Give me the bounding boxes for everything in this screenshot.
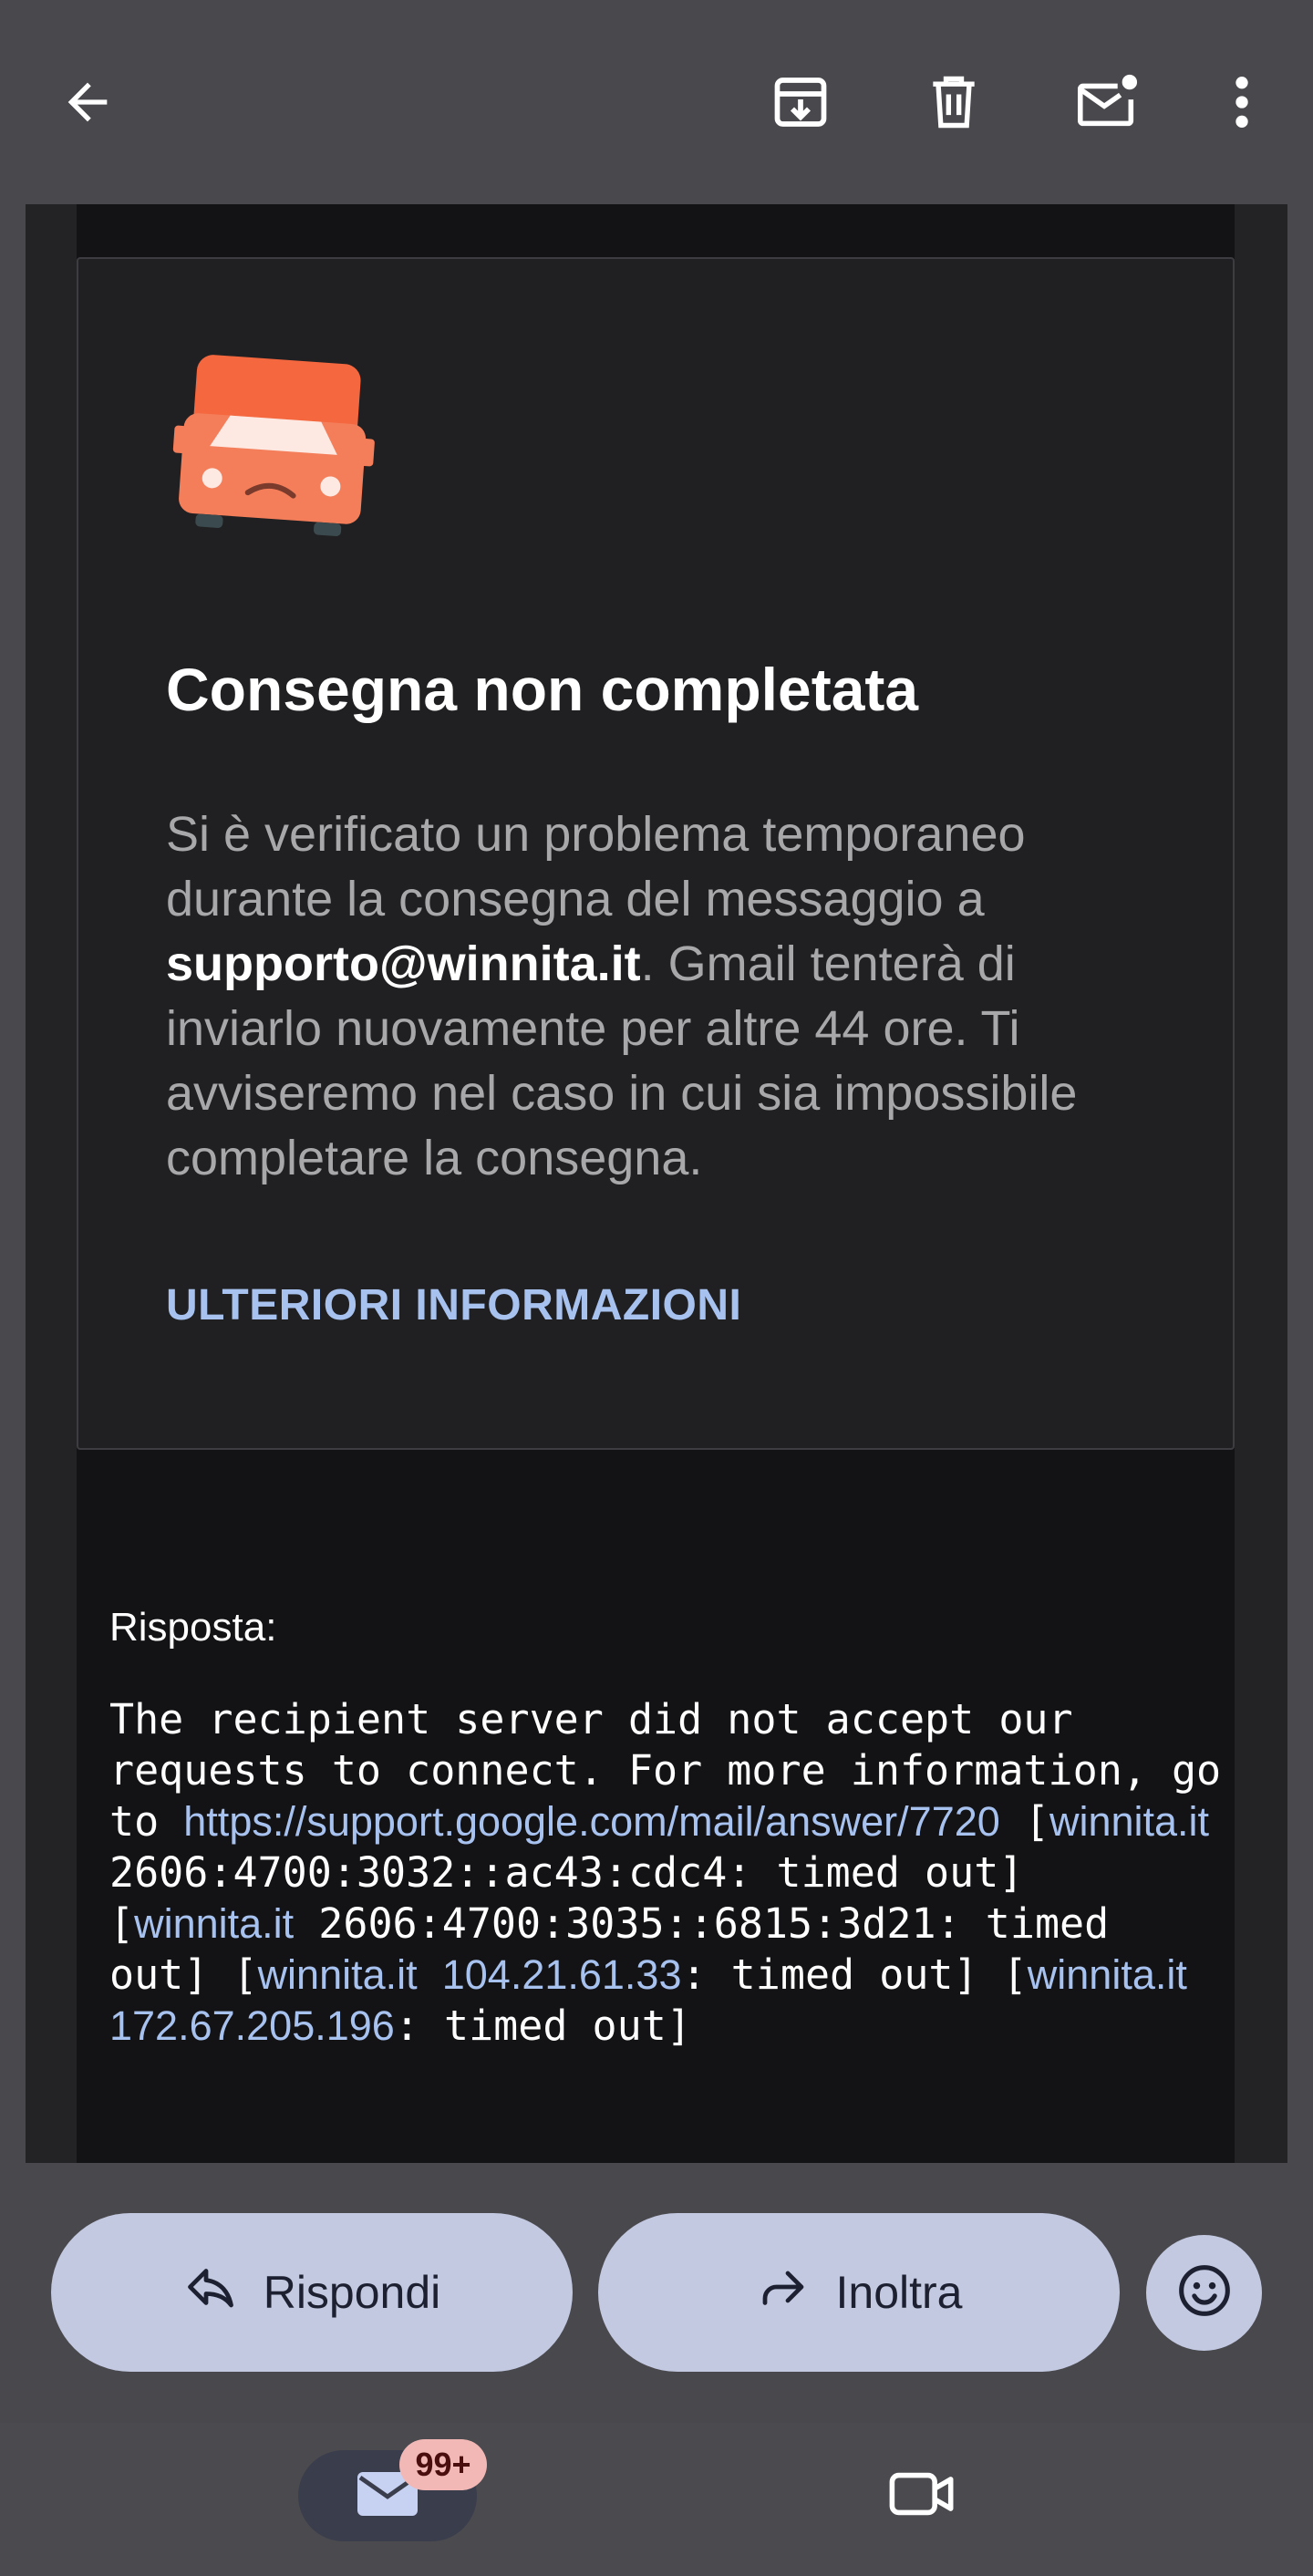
more-vert-icon[interactable] xyxy=(1196,57,1287,148)
recipient-address: supporto@winnita.it xyxy=(166,936,641,991)
support-link[interactable]: https://support.google.com/mail/answer/7… xyxy=(183,1798,1000,1845)
video-camera-icon xyxy=(888,2467,957,2526)
mark-unread-icon[interactable] xyxy=(1061,57,1153,148)
more-info-link[interactable]: ULTERIORI INFORMAZIONI xyxy=(166,1280,741,1330)
reply-label: Risposta: xyxy=(109,1605,277,1650)
card-message: Si è verificato un problema temporaneo d… xyxy=(166,807,1078,1185)
screen: Consegna non completata Si è verificato … xyxy=(0,0,1313,2576)
nav-meet[interactable] xyxy=(877,2450,968,2541)
forward-button[interactable]: Inoltra xyxy=(598,2213,1120,2372)
forward-label: Inoltra xyxy=(835,2267,963,2318)
card-title: Consegna non completata xyxy=(166,656,919,723)
domain-link[interactable]: winnita.it xyxy=(134,1900,294,1947)
domain-link[interactable]: winnita.it xyxy=(1049,1798,1209,1845)
trash-icon[interactable] xyxy=(908,57,999,148)
server-reply-text: The recipient server did not accept our … xyxy=(109,1695,1246,2050)
delivery-status-card: Consegna non completata Si è verificato … xyxy=(77,257,1235,1450)
forward-icon xyxy=(756,2260,811,2325)
archive-icon[interactable] xyxy=(755,57,846,148)
emoji-icon xyxy=(1175,2261,1234,2324)
reply-button[interactable]: Rispondi xyxy=(51,2213,573,2372)
emoji-reaction-button[interactable] xyxy=(1146,2235,1262,2351)
domain-link[interactable]: winnita.it xyxy=(258,1951,418,1998)
bottom-navigation: 99+ xyxy=(0,2423,1313,2576)
reply-icon xyxy=(183,2260,238,2325)
reply-label: Rispondi xyxy=(263,2267,441,2318)
delivery-truck-sad-icon xyxy=(164,341,383,560)
ip-link[interactable]: 172.67.205.196 xyxy=(109,2002,395,2049)
unread-count-badge: 99+ xyxy=(399,2439,487,2490)
domain-link[interactable]: winnita.it xyxy=(1028,1951,1187,1998)
ip-link[interactable]: 104.21.61.33 xyxy=(442,1951,682,1998)
back-arrow-icon[interactable] xyxy=(42,57,133,148)
top-app-bar xyxy=(0,0,1313,204)
